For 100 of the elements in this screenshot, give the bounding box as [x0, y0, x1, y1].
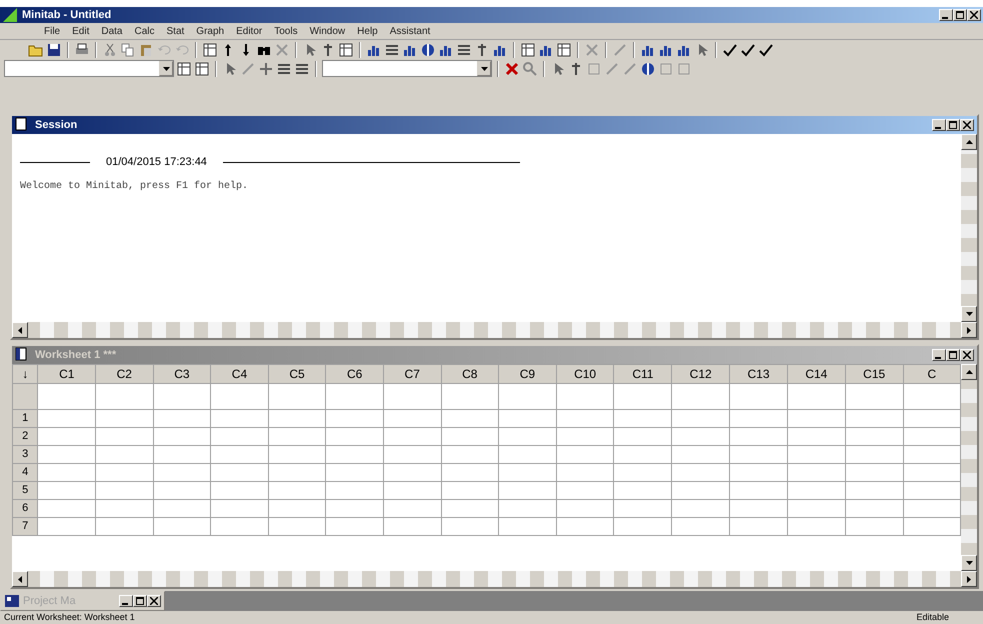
table-cell[interactable] — [498, 518, 556, 536]
close-icon[interactable] — [504, 60, 520, 76]
table-cell[interactable] — [845, 482, 904, 500]
table-cell[interactable] — [672, 428, 730, 446]
table-cell[interactable] — [556, 446, 614, 464]
table-cell[interactable] — [441, 500, 499, 518]
column-header[interactable]: C14 — [787, 364, 846, 384]
table-cell[interactable] — [730, 428, 788, 446]
row-header[interactable]: 7 — [12, 518, 38, 536]
table-cell[interactable] — [787, 410, 846, 428]
table-cell[interactable] — [96, 500, 154, 518]
column-name-cell[interactable] — [326, 384, 384, 410]
close-button[interactable] — [147, 595, 161, 607]
column-name-cell[interactable] — [38, 384, 96, 410]
table-cell[interactable] — [210, 410, 268, 428]
column-header[interactable]: C2 — [96, 364, 154, 384]
column-name-cell[interactable] — [672, 384, 730, 410]
table-cell[interactable] — [441, 464, 499, 482]
column-name-cell[interactable] — [556, 384, 614, 410]
menu-item[interactable]: Graph — [196, 24, 224, 38]
table-cell[interactable] — [556, 518, 614, 536]
column-name-cell[interactable] — [96, 384, 154, 410]
table-cell[interactable] — [326, 446, 384, 464]
table-cell[interactable] — [38, 428, 96, 446]
table-cell[interactable] — [96, 482, 154, 500]
maximize-button[interactable] — [133, 595, 147, 607]
table-cell[interactable] — [730, 518, 788, 536]
scroll-right-button[interactable] — [961, 571, 977, 587]
table-cell[interactable] — [614, 410, 672, 428]
minimize-button[interactable] — [119, 595, 133, 607]
table-cell[interactable] — [614, 428, 672, 446]
row-header[interactable]: 5 — [12, 482, 38, 500]
table-cell[interactable] — [383, 482, 441, 500]
table-cell[interactable] — [787, 464, 846, 482]
column-header[interactable]: C6 — [326, 364, 384, 384]
column-name-cell[interactable] — [787, 384, 846, 410]
vertical-scrollbar[interactable] — [961, 134, 977, 322]
table-cell[interactable] — [383, 446, 441, 464]
table-cell[interactable] — [498, 500, 556, 518]
column-name-cell[interactable] — [153, 384, 211, 410]
table-cell[interactable] — [441, 428, 499, 446]
table-cell[interactable] — [614, 464, 672, 482]
column-header[interactable]: C9 — [498, 364, 556, 384]
circle-icon[interactable] — [420, 42, 436, 58]
column-header[interactable]: C12 — [672, 364, 730, 384]
table-cell[interactable] — [614, 500, 672, 518]
table-cell[interactable] — [210, 446, 268, 464]
table-cell[interactable] — [153, 500, 211, 518]
table-cell[interactable] — [268, 410, 326, 428]
scroll-left-button[interactable] — [12, 322, 28, 338]
table-cell[interactable] — [153, 464, 211, 482]
table-cell[interactable] — [326, 500, 384, 518]
column-name-cell[interactable] — [730, 384, 788, 410]
table-cell[interactable] — [153, 482, 211, 500]
table-cell[interactable] — [383, 464, 441, 482]
table-cell[interactable] — [210, 464, 268, 482]
table-cell[interactable] — [787, 428, 846, 446]
table-cell[interactable] — [672, 482, 730, 500]
line-icon[interactable] — [612, 42, 628, 58]
table-cell[interactable] — [845, 446, 904, 464]
table-cell[interactable] — [210, 428, 268, 446]
table-cell[interactable] — [96, 518, 154, 536]
column-header[interactable]: C4 — [210, 364, 268, 384]
maximize-button[interactable] — [946, 119, 960, 131]
column-name-cell[interactable] — [268, 384, 326, 410]
menu-item[interactable]: Help — [357, 24, 378, 38]
table-cell[interactable] — [153, 446, 211, 464]
menu-item[interactable]: Calc — [134, 24, 154, 38]
horizontal-scrollbar[interactable] — [12, 571, 977, 587]
row-header[interactable]: 6 — [12, 500, 38, 518]
copy-icon[interactable] — [120, 42, 136, 58]
scroll-up-button[interactable] — [961, 364, 977, 380]
table-cell[interactable] — [441, 518, 499, 536]
table-cell[interactable] — [441, 446, 499, 464]
table-cell[interactable] — [96, 428, 154, 446]
table-cell[interactable] — [787, 500, 846, 518]
menu-item[interactable]: Data — [101, 24, 122, 38]
check-icon[interactable] — [722, 42, 738, 58]
table-cell[interactable] — [845, 518, 904, 536]
close-button[interactable] — [960, 119, 974, 131]
table-cell[interactable] — [153, 518, 211, 536]
column-header[interactable]: C — [903, 364, 960, 384]
table-cell[interactable] — [38, 482, 96, 500]
table-cell[interactable] — [38, 518, 96, 536]
table-cell[interactable] — [498, 428, 556, 446]
table-cell[interactable] — [38, 446, 96, 464]
table-cell[interactable] — [614, 446, 672, 464]
table-cell[interactable] — [96, 410, 154, 428]
table-cell[interactable] — [326, 464, 384, 482]
check-icon[interactable] — [740, 42, 756, 58]
table-cell[interactable] — [730, 482, 788, 500]
close-button[interactable] — [960, 349, 974, 361]
maximize-button[interactable] — [953, 9, 967, 21]
table-cell[interactable] — [268, 446, 326, 464]
table-cell[interactable] — [614, 518, 672, 536]
menu-item[interactable]: Assistant — [390, 24, 430, 38]
minimize-button[interactable] — [939, 9, 953, 21]
table-cell[interactable] — [498, 446, 556, 464]
horizontal-scrollbar[interactable] — [12, 322, 977, 338]
table-cell[interactable] — [383, 500, 441, 518]
